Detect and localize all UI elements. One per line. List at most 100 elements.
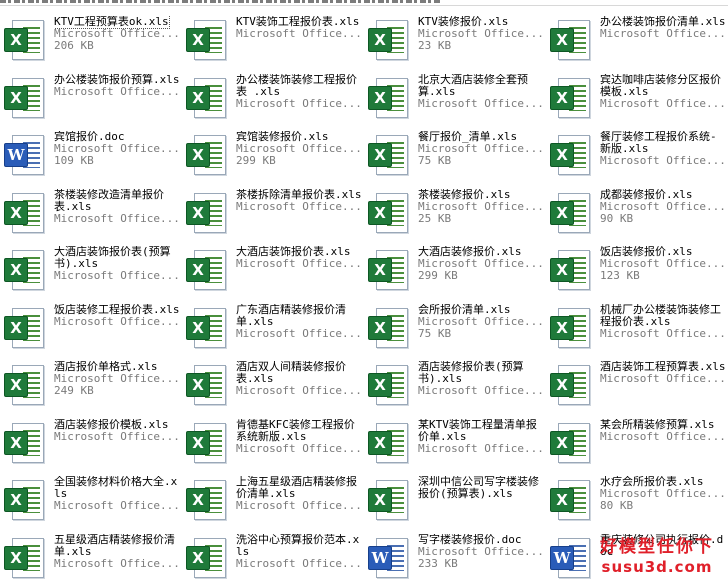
- file-item[interactable]: X 洗浴中心预算报价范本.xls Microsoft Office...: [182, 526, 364, 584]
- excel-icon[interactable]: X: [2, 534, 48, 580]
- file-name[interactable]: 深圳中信公司写字楼装修报价(预算表).xls: [418, 476, 539, 500]
- file-name[interactable]: 某KTV装饰工程量清单报价单.xls: [418, 419, 537, 443]
- file-name[interactable]: 成都装修报价.xls: [600, 189, 693, 201]
- file-item[interactable]: X 饭店装修工程报价表.xls Microsoft Office...: [0, 296, 182, 354]
- excel-icon[interactable]: X: [366, 304, 412, 350]
- file-name[interactable]: 茶楼装修改造清单报价表.xls: [54, 189, 164, 213]
- file-name[interactable]: 酒店装修报价模板.xls: [54, 419, 169, 431]
- file-item[interactable]: X 会所报价清单.xls Microsoft Office... 75 KB: [364, 296, 546, 354]
- file-name[interactable]: 茶楼拆除清单报价表.xls: [236, 189, 362, 201]
- file-item[interactable]: X 酒店报价单格式.xls Microsoft Office... 249 KB: [0, 353, 182, 411]
- file-name[interactable]: 洗浴中心预算报价范本.xls: [236, 534, 359, 558]
- file-item[interactable]: X 餐厅装修工程报价系统-新版.xls Microsoft Office...: [546, 123, 728, 181]
- file-item[interactable]: X 餐厅报价_清单.xls Microsoft Office... 75 KB: [364, 123, 546, 181]
- excel-icon[interactable]: X: [548, 131, 594, 177]
- file-item[interactable]: X 大酒店装饰报价表(预算书).xls Microsoft Office...: [0, 238, 182, 296]
- file-item[interactable]: X 五星级酒店精装修报价清单.xls Microsoft Office...: [0, 526, 182, 584]
- file-name[interactable]: 广东酒店精装修报价清单.xls: [236, 304, 346, 328]
- excel-icon[interactable]: X: [548, 476, 594, 522]
- file-item[interactable]: X 北京大酒店装修全套预算.xls Microsoft Office...: [364, 66, 546, 124]
- file-name[interactable]: 大酒店装饰报价表(预算书).xls: [54, 246, 171, 270]
- file-item[interactable]: X 成都装修报价.xls Microsoft Office... 90 KB: [546, 181, 728, 239]
- excel-icon[interactable]: X: [366, 131, 412, 177]
- excel-icon[interactable]: X: [2, 246, 48, 292]
- excel-icon[interactable]: X: [2, 419, 48, 465]
- file-item[interactable]: X 机械厂办公楼装饰装修工程报价表.xls Microsoft Office...: [546, 296, 728, 354]
- excel-icon[interactable]: X: [366, 16, 412, 62]
- file-item[interactable]: X KTV装饰工程报价表.xls Microsoft Office...: [182, 8, 364, 66]
- excel-icon[interactable]: X: [366, 419, 412, 465]
- file-item[interactable]: X 酒店双人间精装修报价表.xls Microsoft Office...: [182, 353, 364, 411]
- file-item[interactable]: X 全国装修材料价格大全.xls Microsoft Office...: [0, 468, 182, 526]
- excel-icon[interactable]: X: [2, 189, 48, 235]
- excel-icon[interactable]: X: [184, 131, 230, 177]
- word-icon[interactable]: W: [2, 131, 48, 177]
- file-name[interactable]: 某会所精装修预算.xls: [600, 419, 715, 431]
- file-item[interactable]: X 办公楼装饰装修工程报价表 .xls Microsoft Office...: [182, 66, 364, 124]
- excel-icon[interactable]: X: [548, 189, 594, 235]
- file-name[interactable]: 饭店装修工程报价表.xls: [54, 304, 180, 316]
- excel-icon[interactable]: X: [184, 361, 230, 407]
- excel-icon[interactable]: X: [548, 246, 594, 292]
- excel-icon[interactable]: X: [548, 361, 594, 407]
- excel-icon[interactable]: X: [184, 304, 230, 350]
- file-name[interactable]: 会所报价清单.xls: [418, 304, 511, 316]
- excel-icon[interactable]: X: [366, 189, 412, 235]
- file-item[interactable]: X 宾达咖啡店装修分区报价模板.xls Microsoft Office...: [546, 66, 728, 124]
- excel-icon[interactable]: X: [184, 419, 230, 465]
- file-name[interactable]: 办公楼装饰装修工程报价表 .xls: [236, 74, 357, 98]
- file-item[interactable]: X 办公楼装饰报价清单.xls Microsoft Office...: [546, 8, 728, 66]
- word-icon[interactable]: W: [366, 534, 412, 580]
- excel-icon[interactable]: X: [2, 476, 48, 522]
- file-name[interactable]: 肯德基KFC装修工程报价系统新版.xls: [236, 419, 355, 443]
- file-name[interactable]: 宾达咖啡店装修分区报价模板.xls: [600, 74, 721, 98]
- file-item[interactable]: X 办公楼装饰报价预算.xls Microsoft Office...: [0, 66, 182, 124]
- file-item[interactable]: X 酒店装修报价模板.xls Microsoft Office...: [0, 411, 182, 469]
- file-name[interactable]: 上海五星级酒店精装修报价清单.xls: [236, 476, 357, 500]
- excel-icon[interactable]: X: [184, 74, 230, 120]
- excel-icon[interactable]: X: [184, 534, 230, 580]
- file-name[interactable]: 写字楼装修报价.doc: [418, 534, 522, 546]
- file-item[interactable]: X 酒店装饰工程预算表.xls Microsoft Office...: [546, 353, 728, 411]
- file-item[interactable]: W 写字楼装修报价.doc Microsoft Office... 233 KB: [364, 526, 546, 584]
- excel-icon[interactable]: X: [366, 246, 412, 292]
- file-item[interactable]: X 茶楼装修改造清单报价表.xls Microsoft Office...: [0, 181, 182, 239]
- excel-icon[interactable]: X: [2, 304, 48, 350]
- file-item[interactable]: X 大酒店装饰报价表.xls Microsoft Office...: [182, 238, 364, 296]
- file-name[interactable]: 北京大酒店装修全套预算.xls: [418, 74, 528, 98]
- word-icon[interactable]: W: [548, 534, 594, 580]
- file-item[interactable]: X 肯德基KFC装修工程报价系统新版.xls Microsoft Office...: [182, 411, 364, 469]
- file-item[interactable]: X KTV装修报价.xls Microsoft Office... 23 KB: [364, 8, 546, 66]
- file-name[interactable]: 餐厅装修工程报价系统-新版.xls: [600, 131, 717, 155]
- file-item[interactable]: X 茶楼装修报价.xls Microsoft Office... 25 KB: [364, 181, 546, 239]
- file-item[interactable]: X 酒店装修报价表(预算书).xls Microsoft Office...: [364, 353, 546, 411]
- excel-icon[interactable]: X: [2, 74, 48, 120]
- excel-icon[interactable]: X: [548, 419, 594, 465]
- excel-icon[interactable]: X: [2, 16, 48, 62]
- file-item[interactable]: X KTV工程预算表ok.xls Microsoft Office... 206 KB: [0, 8, 182, 66]
- file-item[interactable]: X 饭店装修报价.xls Microsoft Office... 123 KB: [546, 238, 728, 296]
- excel-icon[interactable]: X: [184, 246, 230, 292]
- excel-icon[interactable]: X: [548, 304, 594, 350]
- file-name[interactable]: 酒店装修报价表(预算书).xls: [418, 361, 524, 385]
- file-name[interactable]: 全国装修材料价格大全.xls: [54, 476, 177, 500]
- excel-icon[interactable]: X: [184, 189, 230, 235]
- excel-icon[interactable]: X: [548, 16, 594, 62]
- file-item[interactable]: X 大酒店装修报价.xls Microsoft Office... 299 KB: [364, 238, 546, 296]
- file-item[interactable]: X 广东酒店精装修报价清单.xls Microsoft Office...: [182, 296, 364, 354]
- file-name[interactable]: 五星级酒店精装修报价清单.xls: [54, 534, 175, 558]
- file-item[interactable]: X 宾馆装修报价.xls Microsoft Office... 299 KB: [182, 123, 364, 181]
- excel-icon[interactable]: X: [184, 476, 230, 522]
- file-item[interactable]: X 水疗会所报价表.xls Microsoft Office... 80 KB: [546, 468, 728, 526]
- file-name[interactable]: 茶楼装修报价.xls: [418, 189, 511, 201]
- file-item[interactable]: X 某KTV装饰工程量清单报价单.xls Microsoft Office...: [364, 411, 546, 469]
- excel-icon[interactable]: X: [184, 16, 230, 62]
- excel-icon[interactable]: X: [2, 361, 48, 407]
- file-item[interactable]: X 某会所精装修预算.xls Microsoft Office...: [546, 411, 728, 469]
- excel-icon[interactable]: X: [366, 476, 412, 522]
- file-item[interactable]: W 宾馆报价.doc Microsoft Office... 109 KB: [0, 123, 182, 181]
- excel-icon[interactable]: X: [548, 74, 594, 120]
- file-name[interactable]: 办公楼装饰报价预算.xls: [54, 74, 180, 86]
- file-name[interactable]: 机械厂办公楼装饰装修工程报价表.xls: [600, 304, 721, 328]
- excel-icon[interactable]: X: [366, 361, 412, 407]
